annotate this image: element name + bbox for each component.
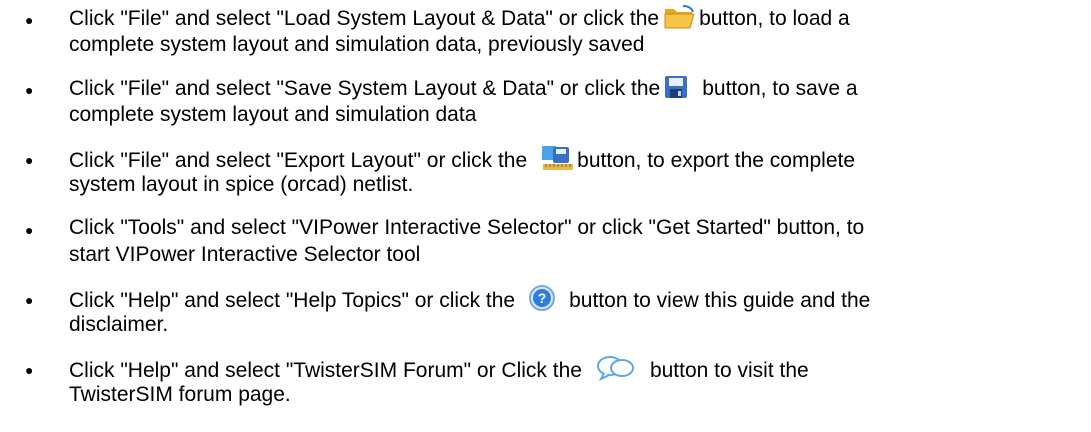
item-text-3: Click "File" and select "Export Layout" … [69,149,528,172]
item-text-1c: complete system layout and simulation da… [69,33,645,56]
svg-text:?: ? [538,290,547,306]
item-text-5: Click "Help" and select "Help Topics" or… [69,289,516,312]
item-text-2: Click "File" and select "Save System Lay… [69,77,661,100]
item-text-6c: TwisterSIM forum page. [69,383,291,406]
item-text-1: Click "File" and select "Load System Lay… [69,7,660,30]
bullet: ● [25,362,34,378]
forum-chat-icon [596,354,636,389]
item-text-5c: disclaimer. [69,313,169,336]
item-text-2b: button, to save a [702,77,858,100]
item-text-3c: system layout in spice (orcad) netlist. [69,173,414,196]
export-layout-icon [541,144,575,179]
item-text-2c: complete system layout and simulation da… [69,103,477,126]
help-question-icon: ? [527,284,557,319]
item-text-1b: button, to load a [699,7,850,30]
bullet: ● [25,292,34,308]
bullet: ● [25,152,34,168]
bullet: ● [25,82,34,98]
bullet: ● [25,222,34,238]
item-text-4: Click "Tools" and select "VIPower Intera… [69,216,865,239]
item-text-4c: start VIPower Interactive Selector tool [69,243,421,266]
open-folder-icon [663,4,697,37]
save-floppy-icon [664,74,688,107]
instruction-list: ● Click "File" and select "Load System L… [0,0,1091,432]
item-text-3b: button, to export the complete [577,149,856,172]
item-text-5b: button to view this guide and the [569,289,871,312]
item-text-6b: button to visit the [649,359,809,382]
item-text-6: Click "Help" and select "TwisterSIM Foru… [69,359,582,382]
bullet: ● [25,12,34,28]
